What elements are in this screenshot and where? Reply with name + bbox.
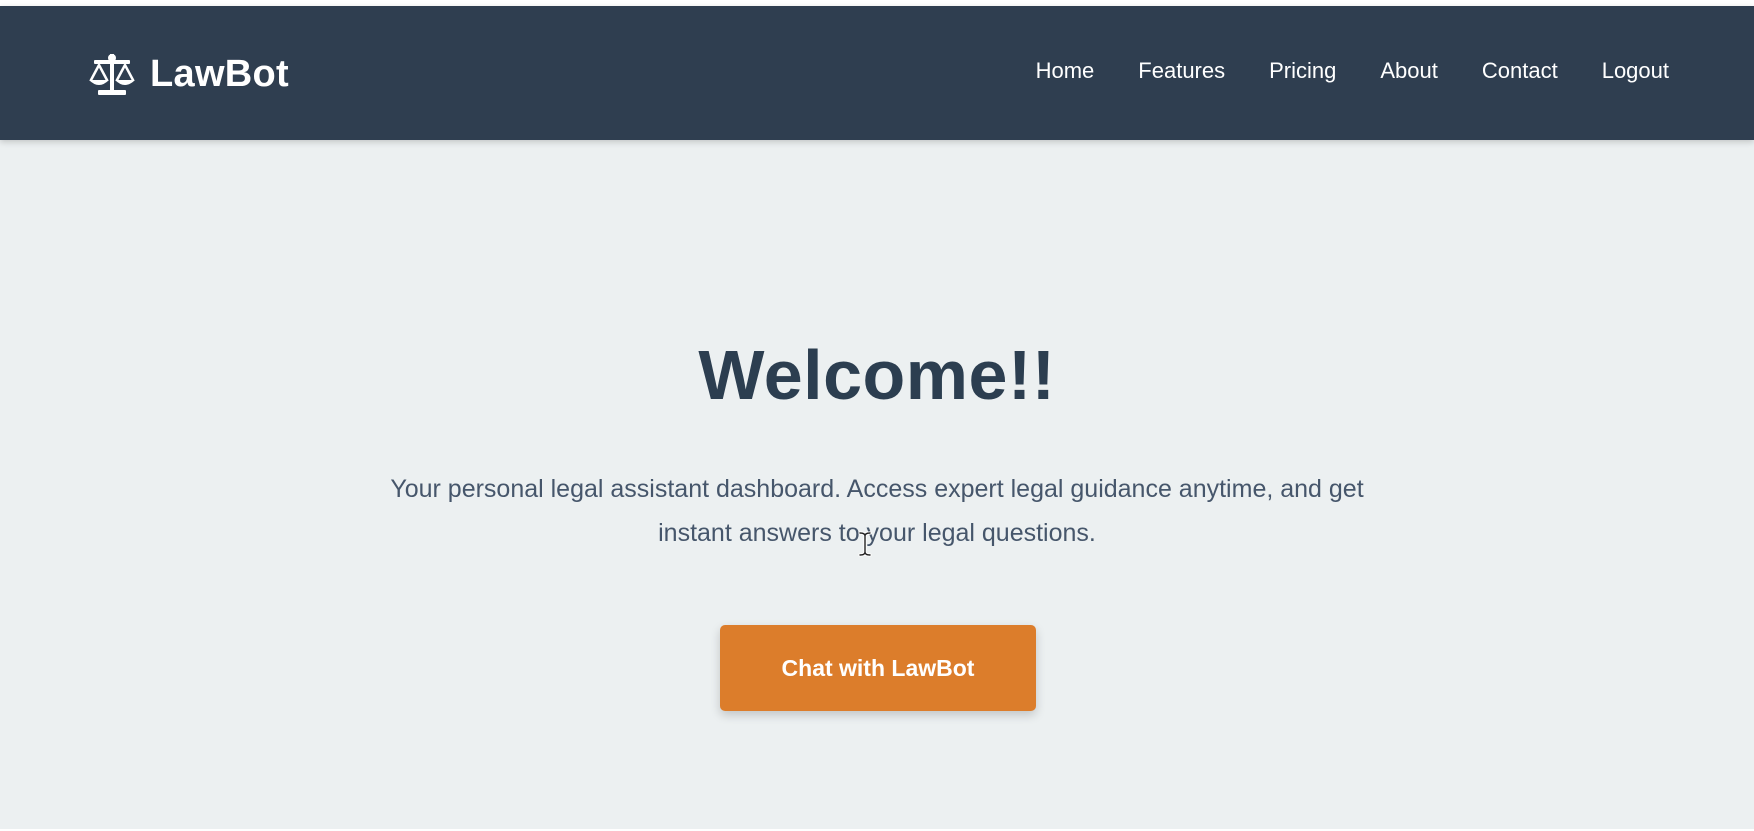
- text-cursor-icon: [858, 531, 872, 557]
- nav-home-link[interactable]: Home: [1036, 58, 1095, 84]
- brand-name: LawBot: [150, 52, 290, 95]
- nav-features-link[interactable]: Features: [1138, 58, 1225, 84]
- nav-about-link[interactable]: About: [1380, 58, 1438, 84]
- nav-contact-link[interactable]: Contact: [1482, 58, 1558, 84]
- hero-description: Your personal legal assistant dashboard.…: [390, 475, 1364, 547]
- nav-pricing-link[interactable]: Pricing: [1269, 58, 1336, 84]
- chat-with-lawbot-button[interactable]: Chat with LawBot: [720, 625, 1036, 711]
- nav-logout-link[interactable]: Logout: [1602, 58, 1669, 84]
- brand-logo-link[interactable]: LawBot: [87, 50, 289, 98]
- main-nav: Home Features Pricing About Contact Logo…: [992, 58, 1669, 84]
- hero-title: Welcome!!: [698, 336, 1056, 414]
- page: LawBot Home Features Pricing About Conta…: [0, 0, 1754, 831]
- scales-of-justice-icon: [87, 51, 137, 97]
- navbar: LawBot Home Features Pricing About Conta…: [0, 6, 1754, 140]
